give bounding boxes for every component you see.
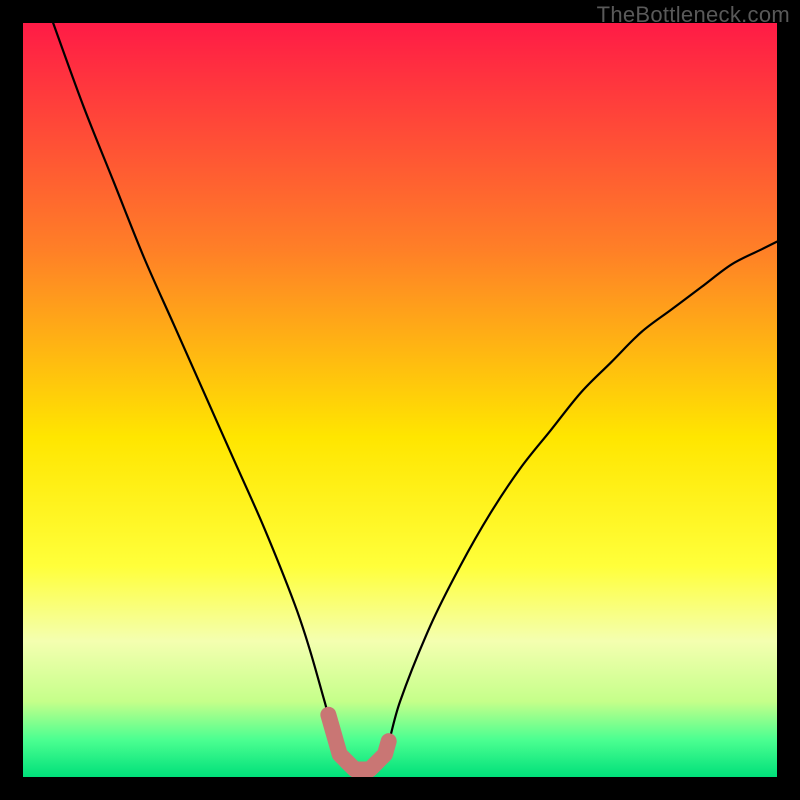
watermark-text: TheBottleneck.com xyxy=(597,2,790,28)
chart-frame: TheBottleneck.com xyxy=(0,0,800,800)
bottleneck-chart xyxy=(23,23,777,777)
plot-background xyxy=(23,23,777,777)
